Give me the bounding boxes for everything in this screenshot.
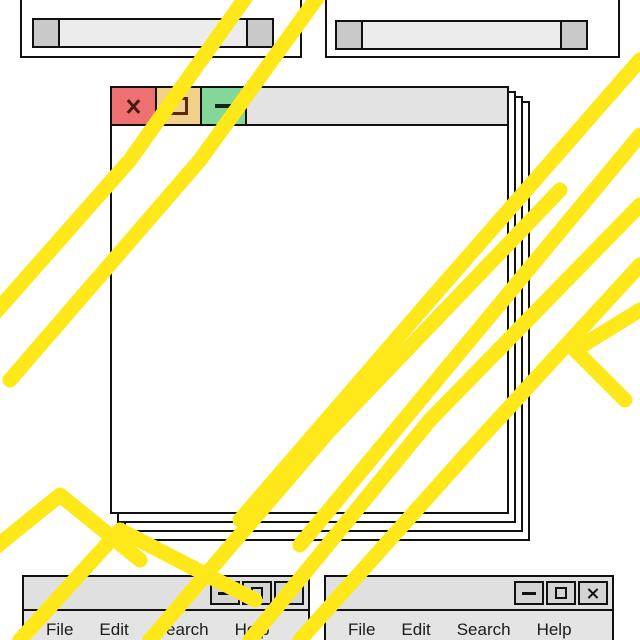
minimize-button[interactable]: [202, 88, 247, 124]
menu-item-edit[interactable]: Edit: [401, 620, 430, 640]
top-left-scroll-window[interactable]: [20, 0, 302, 58]
bottom-left-menubar[interactable]: File Edit Search Help: [24, 611, 308, 640]
center-colored-window[interactable]: [110, 86, 509, 514]
center-window-title: [247, 88, 507, 124]
horizontal-scroll-track[interactable]: [363, 22, 560, 48]
menu-item-help[interactable]: Help: [537, 620, 572, 640]
menu-item-file[interactable]: File: [46, 620, 73, 640]
maximize-button[interactable]: [157, 88, 202, 124]
dash-icon: [522, 591, 536, 595]
close-x-icon: [283, 587, 296, 600]
top-right-scroll-window[interactable]: [325, 0, 620, 58]
scroll-left-arrow-icon[interactable]: [337, 22, 363, 48]
minimize-button[interactable]: [210, 581, 240, 605]
close-button[interactable]: [274, 581, 304, 605]
top-right-horizontal-scrollbar[interactable]: [335, 20, 588, 50]
square-icon: [251, 587, 263, 599]
bottom-left-editor-window[interactable]: File Edit Search Help: [22, 575, 310, 640]
top-left-horizontal-scrollbar[interactable]: [32, 18, 274, 48]
highlighter-stroke-8: [567, 302, 640, 408]
menu-item-file[interactable]: File: [348, 620, 375, 640]
close-x-icon: [587, 587, 600, 600]
maximize-button[interactable]: [546, 581, 576, 605]
menu-item-help[interactable]: Help: [235, 620, 270, 640]
square-icon: [169, 97, 188, 115]
screen-canvas: File Edit Search Help File Edit Search H…: [0, 0, 640, 640]
scroll-left-arrow-icon[interactable]: [34, 20, 60, 46]
bottom-left-titlebar[interactable]: [24, 577, 308, 611]
dash-icon: [214, 104, 233, 108]
bottom-right-titlebar[interactable]: [326, 577, 612, 611]
square-icon: [555, 587, 567, 599]
bottom-right-menubar[interactable]: File Edit Search Help: [326, 611, 612, 640]
minimize-button[interactable]: [514, 581, 544, 605]
scroll-right-arrow-icon[interactable]: [246, 20, 272, 46]
horizontal-scroll-track[interactable]: [60, 20, 246, 46]
close-x-icon: [125, 98, 142, 115]
close-button[interactable]: [112, 88, 157, 124]
center-window-titlebar[interactable]: [110, 86, 509, 126]
bottom-right-editor-window[interactable]: File Edit Search Help: [324, 575, 614, 640]
menu-item-edit[interactable]: Edit: [99, 620, 128, 640]
maximize-button[interactable]: [242, 581, 272, 605]
menu-item-search[interactable]: Search: [457, 620, 511, 640]
close-button[interactable]: [578, 581, 608, 605]
scroll-right-arrow-icon[interactable]: [560, 22, 586, 48]
menu-item-search[interactable]: Search: [155, 620, 209, 640]
dash-icon: [218, 591, 232, 595]
